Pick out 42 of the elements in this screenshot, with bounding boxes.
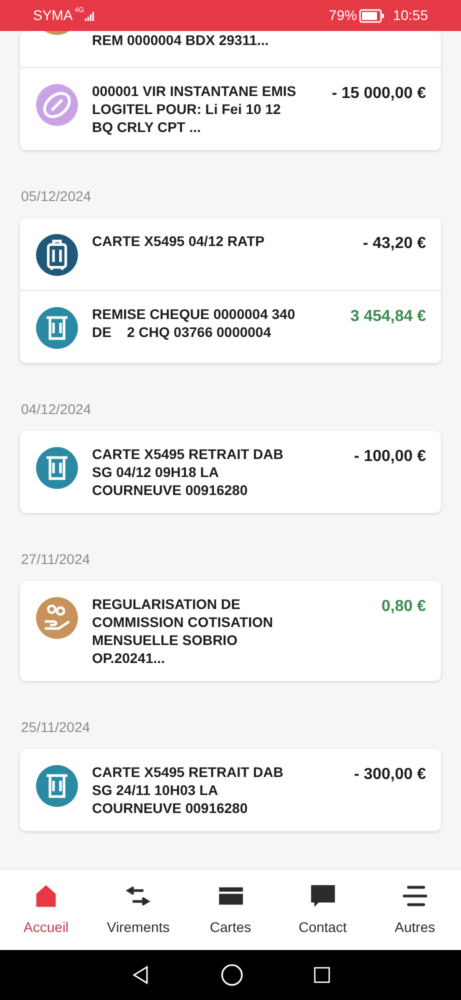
date-header: 25/11/2024 [20,718,92,737]
transaction-label: REMISE CHEQUE 0000004 340 DE 2 CHQ 03766 0000004 [92,305,296,341]
transaction-row[interactable]: REGULARISATION DE COMMISSION COTISATION MENSUELLE SOBRIO OP.20241... 0,80 € [20,581,441,681]
back-icon[interactable] [130,965,150,985]
home-circle-icon[interactable] [220,964,242,986]
transaction-row[interactable]: REMISE CHEQUE 0000004 340 DE 2 CHQ 03766 0000004 3 454,84 € [20,290,441,363]
transaction-row[interactable]: CARTE X5495 04/12 RATP - 43,20 € [20,218,441,290]
transaction-amount: 0,80 € [382,597,426,617]
atm-slot-icon [36,765,78,807]
nav-tab[interactable]: Contact [276,882,369,938]
coins-hand-icon [36,597,78,639]
transaction-row[interactable]: CARTE X5495 RETRAIT DAB SG 24/11 10H03 LA COURNEUVE 00916280 - 300,00 € [20,749,441,831]
transaction-label: REGULARISATION DE COMMISSION COTISATION MENSUELLE SOBRIO OP.20241... [92,595,274,667]
signal-icon [84,10,94,22]
nav-tab[interactable]: Accueil [0,882,92,938]
transaction-label: REM 0000004 BDX 29311... [92,31,270,49]
transaction-row[interactable]: 000001 VIR INSTANTANE EMIS LOGITEL POUR: Li Fei 10 12 BQ CRLY CPT ... - 15 000,00 € [20,67,441,150]
transaction-label: CARTE X5495 04/12 RATP [92,232,266,250]
battery-percent: 79% [328,6,357,25]
nav-tab[interactable]: Virements [92,882,184,938]
atm-slot-icon [36,307,78,349]
transaction-amount: - 15 000,00 € [332,84,426,104]
atm-slot-icon [36,447,78,489]
transaction-amount: - 43,20 € [362,234,426,254]
date-header: 27/11/2024 [20,550,92,569]
recents-icon[interactable] [312,966,330,984]
carrier-name: SYMA [33,6,73,25]
transaction-label: CARTE X5495 RETRAIT DAB SG 24/11 10H03 LA COURNEUVE 00916280 [92,763,284,817]
date-header: 05/12/2024 [20,187,92,206]
clock: 10:55 [392,6,428,25]
date-header: 04/12/2024 [20,400,92,419]
suitcase-icon [36,234,78,276]
battery-icon [358,8,385,22]
transaction-amount: - 300,00 € [354,765,426,785]
nav-tab[interactable]: Autres [368,882,461,938]
transaction-row[interactable]: REM 0000004 BDX 29311... [20,31,441,67]
transaction-amount: - 100,00 € [354,447,426,467]
transaction-label: CARTE X5495 RETRAIT DAB SG 04/12 09H18 LA COURNEUVE 00916280 [92,445,284,499]
transaction-amount: 3 454,84 € [350,307,426,327]
transaction-label: 000001 VIR INSTANTANE EMIS LOGITEL POUR: Li Fei 10 12 BQ CRLY CPT ... [92,82,297,136]
transaction-row[interactable]: CARTE X5495 RETRAIT DAB SG 04/12 09H18 LA COURNEUVE 00916280 - 100,00 € [20,431,441,513]
nav-tab[interactable]: Cartes [184,882,277,938]
